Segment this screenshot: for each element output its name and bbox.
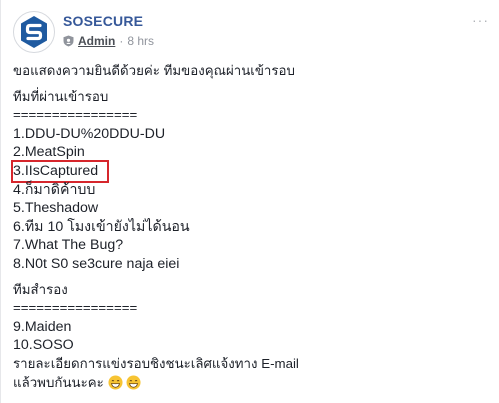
grin-emoji-icon [126,374,141,390]
grin-emoji-icon [107,374,123,390]
team-item: 1.DDU-DU%20DDU-DU [13,125,166,142]
closing-text: แล้วพบกันนะคะ [13,374,104,390]
reserve-team-item: 9.Maiden [13,318,72,335]
highlighted-team: 3.IIsCaptured [11,159,110,183]
team-item: 6.ทีม 10 โมงเข้ายังไม่ได้นอน [13,218,190,235]
reserve-team-item: 10.SOSO [13,337,74,354]
admin-link[interactable]: Admin [78,34,115,48]
sosecure-logo-icon [21,16,47,48]
details-text: รายละเอียดการแข่งรอบชิงชนะเลิศแจ้งทาง E-… [13,355,299,371]
post-options-button[interactable]: ··· [472,12,489,28]
post-meta: Admin · 8 hrs [63,34,154,48]
page-name-link[interactable]: SOSECURE [63,13,143,29]
team-item: 4.ก็มาดิค้าบบ [13,181,96,198]
shield-icon [63,35,74,47]
post-content: ขอแสดงความยินดีด้วยค่ะ ทีมของคุณผ่านเข้า… [11,62,299,392]
separator: ================ [13,107,138,123]
facebook-post: SOSECURE Admin · 8 hrs ··· ขอแสดงความยิน… [0,0,499,403]
team-item: 5.Theshadow [13,200,99,217]
meta-separator: · [119,34,124,48]
team-item: 7.What The Bug? [13,237,124,254]
reserve-separator: ================ [13,300,138,316]
passed-heading: ทีมที่ผ่านเข้ารอบ [13,88,109,104]
page-avatar[interactable] [13,11,55,53]
team-item: 8.N0t S0 se3cure naja eiei [13,255,180,272]
post-timestamp[interactable]: 8 hrs [127,34,154,48]
reserve-heading: ทีมสำรอง [13,281,68,297]
intro-text: ขอแสดงความยินดีด้วยค่ะ ทีมของคุณผ่านเข้า… [13,63,295,78]
